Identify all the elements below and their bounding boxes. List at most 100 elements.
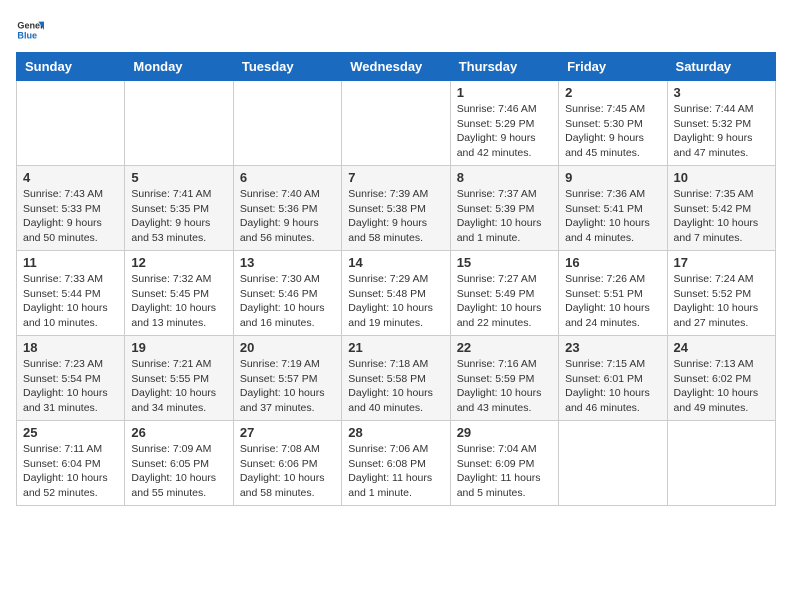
svg-text:Blue: Blue — [17, 30, 37, 40]
day-info: Sunrise: 7:43 AM Sunset: 5:33 PM Dayligh… — [23, 187, 118, 246]
calendar-cell: 27 Sunrise: 7:08 AM Sunset: 6:06 PM Dayli… — [233, 421, 341, 506]
day-info: Sunrise: 7:24 AM Sunset: 5:52 PM Dayligh… — [674, 272, 769, 331]
calendar-cell: 18 Sunrise: 7:23 AM Sunset: 5:54 PM Dayli… — [17, 336, 125, 421]
calendar-cell: 20 Sunrise: 7:19 AM Sunset: 5:57 PM Dayli… — [233, 336, 341, 421]
day-info: Sunrise: 7:37 AM Sunset: 5:39 PM Dayligh… — [457, 187, 552, 246]
day-info: Sunrise: 7:36 AM Sunset: 5:41 PM Dayligh… — [565, 187, 660, 246]
calendar-cell — [342, 81, 450, 166]
calendar-week-row: 4 Sunrise: 7:43 AM Sunset: 5:33 PM Daylig… — [17, 166, 776, 251]
day-number: 24 — [674, 340, 769, 355]
calendar-cell: 14 Sunrise: 7:29 AM Sunset: 5:48 PM Dayli… — [342, 251, 450, 336]
day-number: 8 — [457, 170, 552, 185]
calendar-cell: 10Sunrise: 7:35 AM Sunset: 5:42 PM Dayli… — [667, 166, 775, 251]
calendar-week-row: 18 Sunrise: 7:23 AM Sunset: 5:54 PM Dayli… — [17, 336, 776, 421]
day-number: 27 — [240, 425, 335, 440]
day-number: 25 — [23, 425, 118, 440]
day-info: Sunrise: 7:08 AM Sunset: 6:06 PM Dayligh… — [240, 442, 335, 501]
day-number: 28 — [348, 425, 443, 440]
day-info: Sunrise: 7:44 AM Sunset: 5:32 PM Dayligh… — [674, 102, 769, 161]
calendar-cell: 24 Sunrise: 7:13 AM Sunset: 6:02 PM Dayli… — [667, 336, 775, 421]
calendar-cell — [233, 81, 341, 166]
calendar-cell: 3 Sunrise: 7:44 AM Sunset: 5:32 PM Daylig… — [667, 81, 775, 166]
day-info: Sunrise: 7:35 AM Sunset: 5:42 PM Dayligh… — [674, 187, 769, 246]
day-number: 11 — [23, 255, 118, 270]
page-header: General Blue — [16, 16, 776, 44]
day-number: 7 — [348, 170, 443, 185]
day-number: 6 — [240, 170, 335, 185]
calendar-cell — [667, 421, 775, 506]
weekday-header: Saturday — [667, 53, 775, 81]
calendar-cell: 15 Sunrise: 7:27 AM Sunset: 5:49 PM Dayli… — [450, 251, 558, 336]
day-number: 3 — [674, 85, 769, 100]
calendar-cell — [125, 81, 233, 166]
day-info: Sunrise: 7:13 AM Sunset: 6:02 PM Dayligh… — [674, 357, 769, 416]
calendar-table: SundayMondayTuesdayWednesdayThursdayFrid… — [16, 52, 776, 506]
day-info: Sunrise: 7:39 AM Sunset: 5:38 PM Dayligh… — [348, 187, 443, 246]
day-info: Sunrise: 7:29 AM Sunset: 5:48 PM Dayligh… — [348, 272, 443, 331]
day-info: Sunrise: 7:41 AM Sunset: 5:35 PM Dayligh… — [131, 187, 226, 246]
calendar-cell: 12Sunrise: 7:32 AM Sunset: 5:45 PM Dayli… — [125, 251, 233, 336]
day-number: 9 — [565, 170, 660, 185]
day-number: 17 — [674, 255, 769, 270]
calendar-cell: 21 Sunrise: 7:18 AM Sunset: 5:58 PM Dayli… — [342, 336, 450, 421]
day-number: 1 — [457, 85, 552, 100]
day-info: Sunrise: 7:40 AM Sunset: 5:36 PM Dayligh… — [240, 187, 335, 246]
weekday-header: Thursday — [450, 53, 558, 81]
day-number: 5 — [131, 170, 226, 185]
day-number: 19 — [131, 340, 226, 355]
day-number: 20 — [240, 340, 335, 355]
calendar-cell: 22 Sunrise: 7:16 AM Sunset: 5:59 PM Dayli… — [450, 336, 558, 421]
day-info: Sunrise: 7:26 AM Sunset: 5:51 PM Dayligh… — [565, 272, 660, 331]
calendar-week-row: 11 Sunrise: 7:33 AM Sunset: 5:44 PM Dayli… — [17, 251, 776, 336]
calendar-cell: 16 Sunrise: 7:26 AM Sunset: 5:51 PM Dayli… — [559, 251, 667, 336]
weekday-header: Monday — [125, 53, 233, 81]
day-info: Sunrise: 7:09 AM Sunset: 6:05 PM Dayligh… — [131, 442, 226, 501]
day-number: 22 — [457, 340, 552, 355]
day-info: Sunrise: 7:04 AM Sunset: 6:09 PM Dayligh… — [457, 442, 552, 501]
day-info: Sunrise: 7:30 AM Sunset: 5:46 PM Dayligh… — [240, 272, 335, 331]
calendar-cell: 11 Sunrise: 7:33 AM Sunset: 5:44 PM Dayli… — [17, 251, 125, 336]
day-info: Sunrise: 7:27 AM Sunset: 5:49 PM Dayligh… — [457, 272, 552, 331]
day-info: Sunrise: 7:16 AM Sunset: 5:59 PM Dayligh… — [457, 357, 552, 416]
day-info: Sunrise: 7:32 AM Sunset: 5:45 PM Dayligh… — [131, 272, 226, 331]
weekday-header: Friday — [559, 53, 667, 81]
calendar-cell: 4 Sunrise: 7:43 AM Sunset: 5:33 PM Daylig… — [17, 166, 125, 251]
day-number: 14 — [348, 255, 443, 270]
calendar-cell: 28 Sunrise: 7:06 AM Sunset: 6:08 PM Dayli… — [342, 421, 450, 506]
weekday-header: Sunday — [17, 53, 125, 81]
day-info: Sunrise: 7:33 AM Sunset: 5:44 PM Dayligh… — [23, 272, 118, 331]
day-number: 16 — [565, 255, 660, 270]
calendar-cell: 26 Sunrise: 7:09 AM Sunset: 6:05 PM Dayli… — [125, 421, 233, 506]
calendar-cell: 29 Sunrise: 7:04 AM Sunset: 6:09 PM Dayli… — [450, 421, 558, 506]
calendar-cell — [17, 81, 125, 166]
calendar-cell: 1 Sunrise: 7:46 AM Sunset: 5:29 PM Daylig… — [450, 81, 558, 166]
logo-icon: General Blue — [16, 16, 44, 44]
day-info: Sunrise: 7:06 AM Sunset: 6:08 PM Dayligh… — [348, 442, 443, 501]
calendar-cell: 13 Sunrise: 7:30 AM Sunset: 5:46 PM Dayli… — [233, 251, 341, 336]
calendar-cell: 25 Sunrise: 7:11 AM Sunset: 6:04 PM Dayli… — [17, 421, 125, 506]
calendar-cell: 23 Sunrise: 7:15 AM Sunset: 6:01 PM Dayli… — [559, 336, 667, 421]
day-number: 4 — [23, 170, 118, 185]
calendar-cell: 17 Sunrise: 7:24 AM Sunset: 5:52 PM Dayli… — [667, 251, 775, 336]
calendar-cell — [559, 421, 667, 506]
day-info: Sunrise: 7:19 AM Sunset: 5:57 PM Dayligh… — [240, 357, 335, 416]
calendar-cell: 7 Sunrise: 7:39 AM Sunset: 5:38 PM Daylig… — [342, 166, 450, 251]
calendar-cell: 2Sunrise: 7:45 AM Sunset: 5:30 PM Daylig… — [559, 81, 667, 166]
day-number: 21 — [348, 340, 443, 355]
day-number: 23 — [565, 340, 660, 355]
day-info: Sunrise: 7:15 AM Sunset: 6:01 PM Dayligh… — [565, 357, 660, 416]
day-info: Sunrise: 7:11 AM Sunset: 6:04 PM Dayligh… — [23, 442, 118, 501]
day-number: 18 — [23, 340, 118, 355]
day-info: Sunrise: 7:23 AM Sunset: 5:54 PM Dayligh… — [23, 357, 118, 416]
calendar-cell: 5 Sunrise: 7:41 AM Sunset: 5:35 PM Daylig… — [125, 166, 233, 251]
calendar-week-row: 1 Sunrise: 7:46 AM Sunset: 5:29 PM Daylig… — [17, 81, 776, 166]
day-number: 15 — [457, 255, 552, 270]
day-number: 29 — [457, 425, 552, 440]
weekday-header: Wednesday — [342, 53, 450, 81]
day-info: Sunrise: 7:46 AM Sunset: 5:29 PM Dayligh… — [457, 102, 552, 161]
day-number: 26 — [131, 425, 226, 440]
day-number: 13 — [240, 255, 335, 270]
day-info: Sunrise: 7:18 AM Sunset: 5:58 PM Dayligh… — [348, 357, 443, 416]
day-info: Sunrise: 7:21 AM Sunset: 5:55 PM Dayligh… — [131, 357, 226, 416]
calendar-week-row: 25 Sunrise: 7:11 AM Sunset: 6:04 PM Dayli… — [17, 421, 776, 506]
